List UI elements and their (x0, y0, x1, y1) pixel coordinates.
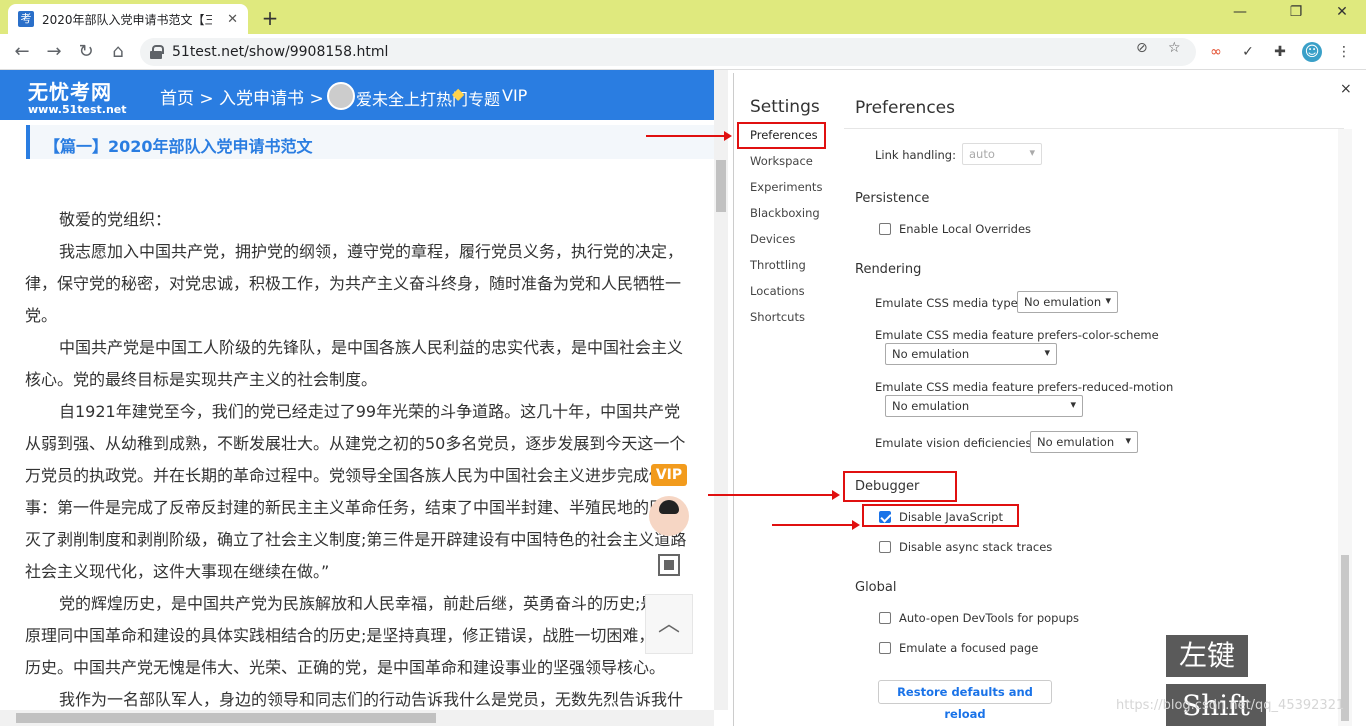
key-hint-left-click: 左键 (1166, 635, 1248, 677)
article-heading: 【篇一】2020年部队入党申请书范文 (26, 125, 714, 159)
highlight-preferences (737, 122, 826, 149)
scroll-thumb[interactable] (716, 160, 726, 212)
enable-local-overrides-checkbox[interactable]: Enable Local Overrides (879, 222, 1031, 236)
address-bar[interactable]: 51test.net/show/9908158.html (140, 38, 1196, 66)
new-tab-icon[interactable]: + (258, 6, 282, 30)
user-avatar[interactable] (327, 82, 355, 110)
highlight-disable-javascript (862, 504, 1019, 527)
paragraph: 党的辉煌历史，是中国共产党为民族解放和人民幸福，前赴后继，英勇奋斗的历史;是马克 (59, 594, 689, 613)
close-icon[interactable]: × (1340, 81, 1352, 97)
customer-service-avatar-icon[interactable] (649, 496, 689, 536)
reduced-motion-label: Emulate CSS media feature prefers-reduce… (875, 380, 1174, 394)
reload-icon[interactable]: ↻ (74, 40, 98, 64)
link-handling-select[interactable]: auto (962, 143, 1042, 165)
restore-defaults-button[interactable]: Restore defaults and reload (878, 680, 1052, 721)
section-persistence: Persistence (855, 191, 930, 206)
color-scheme-select[interactable]: No emulation (885, 343, 1057, 365)
bookmark-star-icon[interactable]: ☆ (1168, 40, 1181, 56)
preferences-title: Preferences (855, 98, 955, 118)
tab-strip: 考 2020年部队入党申请书范文【三 ✕ + — ❐ ✕ (0, 0, 1366, 34)
restore-window-icon[interactable]: ❐ (1276, 4, 1316, 20)
devtools-scrollbar[interactable] (1338, 129, 1352, 726)
css-media-type-label: Emulate CSS media type (875, 296, 1018, 310)
nav-vip-link[interactable]: VIP (502, 86, 527, 105)
paragraph: 核心。党的最终目标是实现共产主义的社会制度。 (25, 370, 378, 389)
settings-title: Settings (750, 97, 820, 117)
breadcrumb[interactable]: 首页 > 入党申请书 > (160, 84, 324, 109)
settings-nav-workspace[interactable]: Workspace (750, 154, 813, 168)
divider (844, 128, 1344, 129)
site-favicon-icon: 考 (18, 11, 34, 27)
scroll-thumb[interactable] (16, 713, 436, 723)
qr-code-icon[interactable] (658, 554, 680, 576)
vip-badge[interactable]: VIP (651, 464, 687, 486)
profile-avatar-icon[interactable]: ☺ (1302, 42, 1322, 62)
arrow-to-preferences (646, 131, 732, 141)
reduced-motion-select[interactable]: No emulation (885, 395, 1083, 417)
paragraph: 自1921年建党至今，我们的党已经走过了99年光荣的斗争道路。这几十年，中国共产… (59, 402, 681, 421)
scroll-thumb[interactable] (1341, 555, 1349, 721)
nav-links[interactable]: 爱未全上打热门专题 (356, 86, 500, 110)
tab-title: 2020年部队入党申请书范文【三 (42, 12, 212, 27)
emulate-focused-page-checkbox[interactable]: Emulate a focused page (879, 641, 1038, 655)
back-to-top-button[interactable]: ︿ (645, 594, 693, 654)
settings-nav-experiments[interactable]: Experiments (750, 180, 822, 194)
web-page: 无忧考网 www.51test.net 首页 > 入党申请书 > 爱未全上打热门… (0, 70, 728, 726)
paragraph: 事：第一件是完成了反帝反封建的新民主主义革命任务，结束了中国半封建、半殖民地的历… (25, 498, 682, 517)
page-horizontal-scrollbar[interactable] (0, 710, 714, 726)
color-scheme-label: Emulate CSS media feature prefers-color-… (875, 328, 1159, 342)
menu-kebab-icon[interactable]: ⋮ (1334, 42, 1354, 62)
watermark: https://blog.csdn.net/qq_45392321 (1116, 698, 1345, 713)
paragraph: 律，保守党的秘密，对党忠诚，积极工作，为共产主义奋斗终身，随时准备为党和人民牺牲… (25, 274, 682, 293)
article-body: 敬爱的党组织： 我志愿加入中国共产党，拥护党的纲领，遵守党的章程，履行党员义务，… (25, 204, 715, 716)
devtools-settings-panel: Settings × Preferences Workspace Experim… (733, 73, 1366, 726)
settings-nav-locations[interactable]: Locations (750, 284, 805, 298)
paragraph: 党。 (25, 306, 58, 325)
paragraph: 万党员的执政党。并在长期的革命过程中。党领导全国各族人民为中国社会主义进步完成做 (25, 466, 666, 485)
url-text: 51test.net/show/9908158.html (172, 44, 389, 60)
browser-tab[interactable]: 考 2020年部队入党申请书范文【三 ✕ (8, 4, 248, 34)
forward-icon[interactable]: → (42, 40, 66, 64)
disable-async-stack-traces-checkbox[interactable]: Disable async stack traces (879, 540, 1052, 554)
back-icon[interactable]: ← (10, 40, 34, 64)
site-logo[interactable]: 无忧考网 www.51test.net (28, 76, 127, 116)
paragraph: 中国共产党是中国工人阶级的先锋队，是中国各族人民利益的忠实代表，是中国社会主义 (59, 338, 684, 357)
lock-icon[interactable] (150, 45, 164, 59)
paragraph: 灭了剥削制度和剥削阶级，确立了社会主义制度;第三件是开辟建设有中国特色的社会主义… (25, 530, 687, 549)
settings-nav-shortcuts[interactable]: Shortcuts (750, 310, 805, 324)
extension-infinity-icon[interactable]: ∞ (1206, 42, 1226, 62)
close-window-icon[interactable]: ✕ (1322, 4, 1362, 20)
minimize-icon[interactable]: — (1220, 4, 1260, 20)
paragraph: 原理同中国革命和建设的具体实践相结合的历史;是坚持真理，修正错误，战胜一切困难，… (25, 626, 687, 645)
tab-close-icon[interactable]: ✕ (227, 12, 238, 27)
vision-deficiency-select[interactable]: No emulation (1030, 431, 1138, 453)
paragraph: 从弱到强、从幼稚到成熟，不断发展壮大。从建党之初的50多名党员，逐步发展到今天这… (25, 434, 686, 453)
vip-diamond-icon: ◆ (452, 84, 465, 103)
home-icon[interactable]: ⌂ (106, 40, 130, 64)
vision-deficiency-label: Emulate vision deficiencies (875, 436, 1032, 450)
paragraph: 我志愿加入中国共产党，拥护党的纲领，遵守党的章程，履行党员义务，执行党的决定， (59, 242, 684, 261)
arrow-to-debugger (708, 490, 840, 500)
auto-open-devtools-checkbox[interactable]: Auto-open DevTools for popups (879, 611, 1079, 625)
paragraph: 历史。中国共产党无愧是伟大、光荣、正确的党，是中国革命和建设事业的坚强领导核心。 (25, 658, 666, 677)
paragraph: 社会主义现代化，这件大事现在继续在做。” (25, 562, 330, 581)
highlight-debugger (843, 471, 957, 502)
extension-check-icon[interactable]: ✓ (1238, 42, 1258, 62)
settings-nav-blackboxing[interactable]: Blackboxing (750, 206, 820, 220)
section-global: Global (855, 580, 897, 595)
floating-sidebar: VIP ︿ (645, 454, 693, 654)
settings-nav-devices[interactable]: Devices (750, 232, 795, 246)
browser-toolbar: ← → ↻ ⌂ 51test.net/show/9908158.html ⊘ ☆… (0, 34, 1366, 70)
page-vertical-scrollbar[interactable] (714, 70, 728, 710)
section-rendering: Rendering (855, 262, 922, 277)
css-media-type-select[interactable]: No emulation (1017, 291, 1118, 313)
paragraph: 敬爱的党组织： (59, 210, 172, 229)
site-header: 无忧考网 www.51test.net 首页 > 入党申请书 > 爱未全上打热门… (0, 70, 714, 120)
arrow-to-disable-javascript (772, 520, 860, 530)
js-blocked-icon[interactable]: ⊘ (1136, 40, 1148, 56)
settings-nav-throttling[interactable]: Throttling (750, 258, 806, 272)
link-handling-label: Link handling: (875, 148, 956, 162)
extensions-puzzle-icon[interactable]: ✚ (1270, 42, 1290, 62)
